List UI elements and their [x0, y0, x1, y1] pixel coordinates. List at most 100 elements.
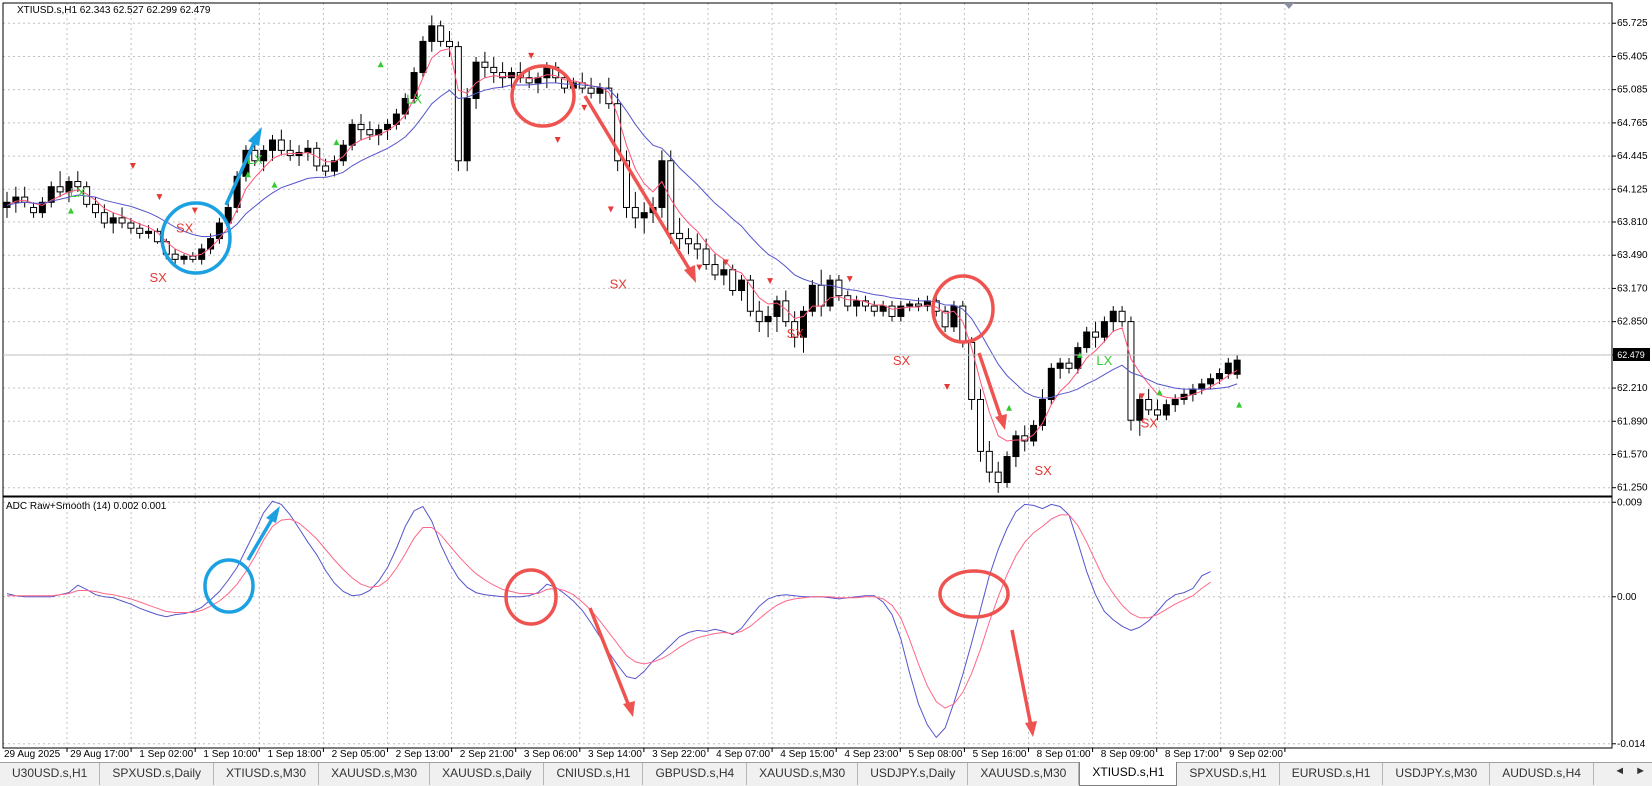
tab-symbol[interactable]: USDJPY.s,Daily — [858, 763, 969, 785]
candle-body[interactable] — [269, 139, 276, 151]
candle-body[interactable] — [676, 232, 684, 240]
candle-body[interactable] — [463, 97, 471, 162]
candle-body[interactable] — [738, 279, 746, 291]
candle-body[interactable] — [587, 87, 595, 94]
candle-body[interactable] — [1092, 331, 1100, 338]
tab-symbol[interactable]: XAUUSD.s,M30 — [319, 763, 431, 785]
tab-symbol[interactable]: SPXUSD.s,H1 — [1177, 763, 1280, 785]
candle-body[interactable] — [1224, 362, 1232, 375]
candle-body[interactable] — [693, 243, 701, 250]
candle-body[interactable] — [322, 165, 330, 172]
candle-body[interactable] — [1207, 378, 1215, 385]
tab-symbol[interactable]: XAUUSD.s,Daily — [430, 763, 545, 785]
tab-symbol[interactable]: GBPUSD.s,H4 — [643, 763, 748, 785]
tab-active[interactable]: XTIUSD.s,H1 — [1079, 762, 1178, 786]
candle-body[interactable] — [428, 25, 436, 42]
candle-body[interactable] — [915, 303, 923, 307]
candle-body[interactable] — [277, 139, 285, 151]
candle-body[interactable] — [437, 25, 445, 42]
candle-body[interactable] — [1215, 373, 1223, 380]
candle-body[interactable] — [1083, 331, 1091, 349]
candle-body[interactable] — [543, 66, 551, 79]
candle-body[interactable] — [985, 450, 993, 473]
candle-body[interactable] — [853, 300, 861, 307]
candle-body[interactable] — [605, 87, 613, 105]
candle-body[interactable] — [720, 269, 728, 276]
candle-body[interactable] — [808, 284, 816, 312]
candle-body[interactable] — [879, 305, 887, 312]
candle-body[interactable] — [1012, 435, 1020, 458]
candle-body[interactable] — [1038, 398, 1046, 426]
candle-body[interactable] — [92, 203, 99, 214]
candle-body[interactable] — [118, 217, 126, 224]
candle-body[interactable] — [357, 123, 365, 131]
candle-body[interactable] — [870, 305, 878, 312]
tab-symbol[interactable]: U30USD.s,H1 — [0, 763, 101, 785]
candle-body[interactable] — [711, 264, 719, 276]
candle-body[interactable] — [286, 149, 294, 157]
candle-body[interactable] — [454, 46, 462, 162]
tab-scroll-right-icon[interactable]: ► — [1635, 765, 1646, 777]
candle-body[interactable] — [366, 129, 374, 136]
candle-body[interactable] — [339, 144, 347, 162]
tab-symbol[interactable]: XAUUSD.s,M30 — [968, 763, 1080, 785]
candle-body[interactable] — [968, 341, 976, 400]
candle-body[interactable] — [348, 123, 356, 146]
candle-body[interactable] — [755, 310, 763, 323]
candle-body[interactable] — [1162, 404, 1170, 416]
candle-body[interactable] — [1154, 409, 1161, 416]
candle-body[interactable] — [1065, 362, 1073, 369]
candle-body[interactable] — [304, 147, 312, 153]
candle-body[interactable] — [1100, 321, 1108, 338]
tab-symbol[interactable]: SPXUSD.s,Daily — [100, 763, 215, 785]
candle-body[interactable] — [1109, 310, 1117, 323]
candle-body[interactable] — [109, 217, 117, 224]
candle-body[interactable] — [1198, 383, 1206, 390]
candle-body[interactable] — [906, 303, 914, 307]
tab-symbol[interactable]: USDJPY.s,M30 — [1383, 763, 1491, 785]
candle-body[interactable] — [817, 284, 825, 307]
tab-symbol[interactable]: EURUSD.s,H1 — [1280, 763, 1384, 785]
candle-body[interactable] — [844, 295, 852, 307]
candle-body[interactable] — [171, 253, 179, 260]
candle-body[interactable] — [826, 279, 834, 307]
candle-body[interactable] — [534, 77, 542, 84]
candle-body[interactable] — [330, 160, 338, 172]
candle-body[interactable] — [640, 212, 648, 219]
candle-body[interactable] — [684, 238, 692, 245]
candle-body[interactable] — [667, 160, 675, 234]
candle-body[interactable] — [1074, 347, 1082, 369]
candle-body[interactable] — [1030, 424, 1038, 442]
candle-body[interactable] — [950, 305, 958, 328]
candle-body[interactable] — [145, 230, 153, 234]
candle-body[interactable] — [1047, 367, 1055, 400]
candle-body[interactable] — [136, 227, 144, 234]
candle-body[interactable] — [56, 186, 64, 193]
candle-body[interactable] — [30, 206, 38, 214]
candle-body[interactable] — [994, 471, 1002, 484]
candle-body[interactable] — [888, 305, 896, 317]
candle-body[interactable] — [702, 248, 710, 266]
candle-body[interactable] — [127, 222, 135, 229]
candle-body[interactable] — [180, 255, 188, 260]
candle-body[interactable] — [419, 40, 427, 74]
candle-body[interactable] — [189, 255, 197, 260]
candle-body[interactable] — [1118, 310, 1126, 323]
tab-symbol[interactable]: XAUUSD.s,M30 — [747, 763, 859, 785]
tab-scroll-left-icon[interactable]: ◄ — [1614, 765, 1625, 777]
candle-body[interactable] — [1056, 362, 1064, 369]
tab-symbol[interactable]: XTIUSD.s,M30 — [214, 763, 320, 785]
candle-body[interactable] — [1171, 398, 1179, 406]
candle-body[interactable] — [1145, 398, 1153, 411]
candle-body[interactable] — [507, 72, 515, 79]
candle-body[interactable] — [490, 66, 498, 74]
candle-body[interactable] — [100, 212, 108, 224]
candle-body[interactable] — [481, 61, 489, 68]
candle-body[interactable] — [1003, 456, 1011, 484]
candle-body[interactable] — [446, 40, 453, 48]
tab-symbol[interactable]: AUDUSD.s,H4 — [1490, 763, 1594, 785]
candle-body[interactable] — [977, 398, 984, 452]
candle-body[interactable] — [729, 269, 737, 291]
candle-body[interactable] — [764, 315, 772, 323]
tab-symbol[interactable]: CNIUSD.s,H1 — [544, 763, 644, 785]
